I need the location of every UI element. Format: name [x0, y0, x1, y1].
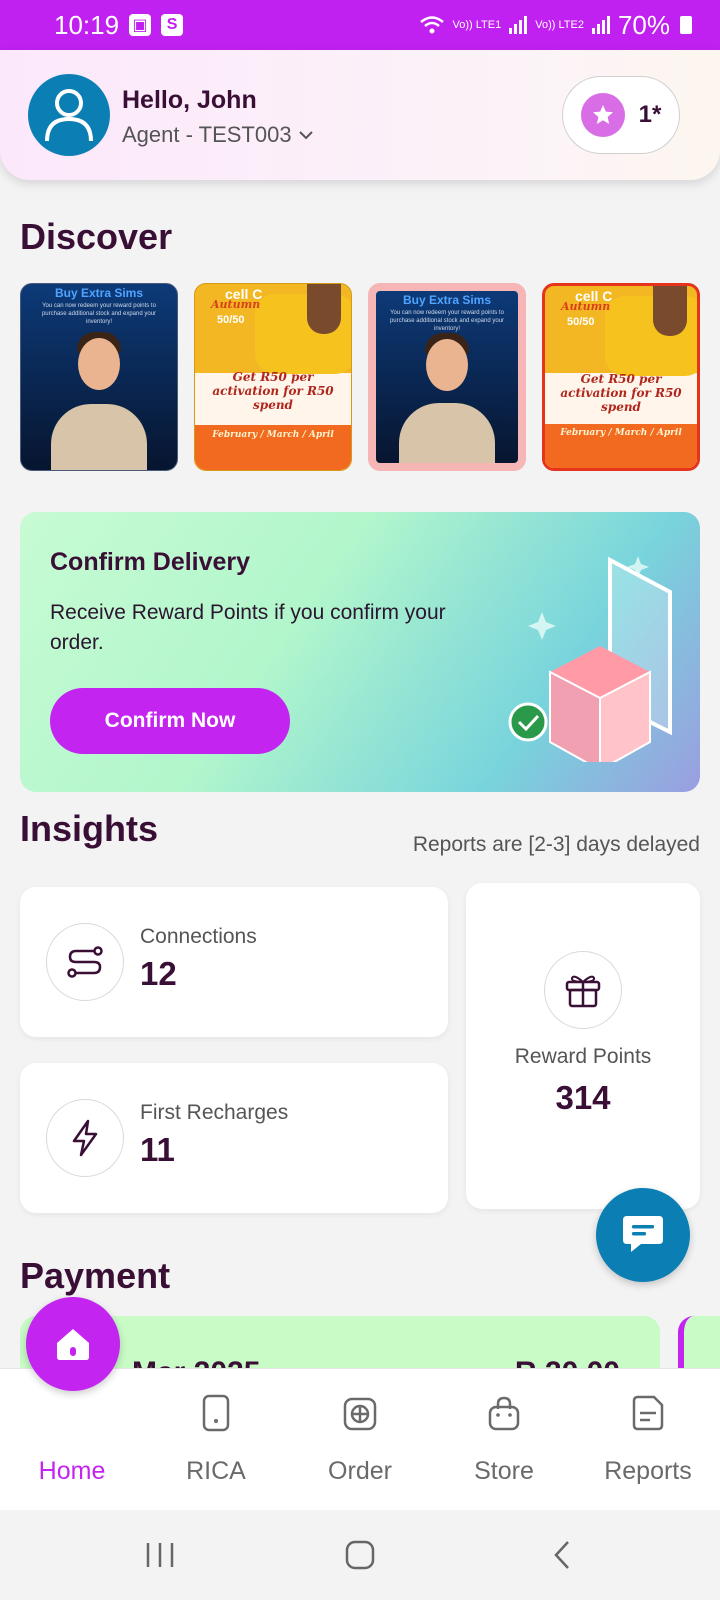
system-home-button[interactable] [330, 1530, 390, 1580]
nav-reports-label: Reports [604, 1457, 692, 1485]
promo-season: Autumn [561, 300, 611, 313]
recent-apps-button[interactable] [130, 1530, 190, 1580]
promo-months: February / March / April [560, 428, 682, 438]
promo-deal: 50/50 [217, 314, 245, 326]
app-screen: 10:19 ▣ S Vo)) LTE1 Vo)) LTE2 70% Hello,… [0, 0, 720, 1600]
home-button[interactable] [26, 1297, 120, 1391]
promo-text: You can now redeem your reward points to… [41, 303, 157, 325]
nav-order-label: Order [328, 1457, 392, 1485]
bottom-nav: Home RICA Order Store Reports [0, 1368, 720, 1510]
discover-card-sims-2[interactable]: Buy Extra Sims You can now redeem your r… [368, 283, 526, 471]
connections-label: Connections [140, 925, 257, 948]
discover-card-autumn-2[interactable]: cell C Autumn 50/50 Get R50 per activati… [542, 283, 700, 471]
status-bar: 10:19 ▣ S Vo)) LTE1 Vo)) LTE2 70% [0, 0, 720, 50]
promo-title: Buy Extra Sims [54, 286, 144, 300]
reward-points-value: 314 [555, 1079, 611, 1116]
s-app-icon: S [161, 14, 184, 36]
promo-deal: 50/50 [567, 316, 595, 328]
reports-delay-note: Reports are [2-3] days delayed [412, 833, 700, 856]
wifi-icon [419, 16, 444, 34]
agent-label: Agent - TEST003 [122, 122, 292, 147]
first-recharges-label: First Recharges [140, 1101, 289, 1124]
confirm-delivery-banner: Confirm Delivery Receive Reward Points i… [20, 512, 700, 792]
connections-icon [46, 923, 124, 1001]
system-home-icon [345, 1540, 375, 1570]
discover-card-sims[interactable]: Buy Extra Sims You can now redeem your r… [20, 283, 178, 471]
signal-1-icon [509, 16, 528, 34]
home-icon [57, 1329, 89, 1360]
box-illustration [508, 556, 672, 762]
nav-rica-label: RICA [186, 1457, 246, 1485]
gift-icon [544, 951, 622, 1029]
confirm-now-button[interactable]: Confirm Now [50, 688, 290, 754]
promo-title: Buy Extra Sims [402, 293, 492, 307]
connections-card[interactable]: Connections 12 [20, 887, 448, 1037]
promo-season: Autumn [211, 298, 261, 311]
rating-count: 1* [638, 101, 662, 128]
report-icon [632, 1393, 664, 1433]
promo-text: Get R50 per activation for R50 spend [560, 372, 682, 414]
insights-title: Insights [20, 808, 159, 849]
network-2-label: Vo)) LTE2 [535, 18, 584, 31]
reward-points-label: Reward Points [514, 1045, 652, 1068]
battery-icon [680, 16, 692, 34]
first-recharges-value: 11 [140, 1131, 175, 1168]
lightning-icon [46, 1099, 124, 1177]
first-recharges-card[interactable]: First Recharges 11 [20, 1063, 448, 1213]
banner-text: Receive Reward Points if you confirm you… [50, 601, 446, 654]
connections-value: 12 [140, 955, 177, 992]
promo-text: You can now redeem your reward points to… [389, 310, 505, 332]
signal-2-icon [591, 16, 610, 34]
user-icon [45, 89, 93, 142]
nav-store-label: Store [474, 1457, 534, 1485]
nav-store[interactable]: Store [432, 1369, 576, 1511]
reward-points-card[interactable]: Reward Points 314 [466, 883, 700, 1209]
promo-months: February / March / April [212, 430, 334, 440]
order-icon [343, 1393, 377, 1433]
status-time: 10:19 [54, 9, 120, 40]
recent-apps-icon [146, 1543, 174, 1567]
nav-rica[interactable]: RICA [144, 1369, 288, 1511]
agent-selector[interactable]: Agent - TEST003 [122, 122, 314, 148]
star-icon [580, 93, 625, 137]
status-right: Vo)) LTE1 Vo)) LTE2 70% [419, 10, 692, 41]
nav-reports[interactable]: Reports [576, 1369, 720, 1511]
chat-button[interactable] [596, 1188, 690, 1282]
banner-title: Confirm Delivery [50, 548, 251, 576]
chevron-down-icon [298, 131, 313, 140]
discover-title: Discover [20, 216, 173, 257]
nav-home-label: Home [38, 1457, 106, 1485]
discover-card-autumn[interactable]: cell C Autumn 50/50 Get R50 per activati… [194, 283, 352, 471]
system-nav-bar [0, 1510, 720, 1600]
greeting-text: Hello, John [122, 86, 257, 114]
image-icon: ▣ [129, 14, 152, 36]
battery-percent: 70% [617, 9, 670, 40]
network-1-label: Vo)) LTE1 [452, 18, 502, 31]
chat-icon [623, 1216, 663, 1252]
back-icon [554, 1541, 569, 1569]
phone-icon [201, 1393, 231, 1433]
avatar[interactable] [28, 74, 110, 156]
header: Hello, John Agent - TEST003 1* [0, 50, 720, 180]
back-button[interactable] [532, 1530, 592, 1580]
promo-text: Get R50 per activation for R50 spend [212, 370, 334, 412]
rating-badge[interactable]: 1* [562, 76, 680, 154]
bag-icon [487, 1393, 521, 1433]
payment-title: Payment [20, 1255, 171, 1296]
nav-order[interactable]: Order [288, 1369, 432, 1511]
